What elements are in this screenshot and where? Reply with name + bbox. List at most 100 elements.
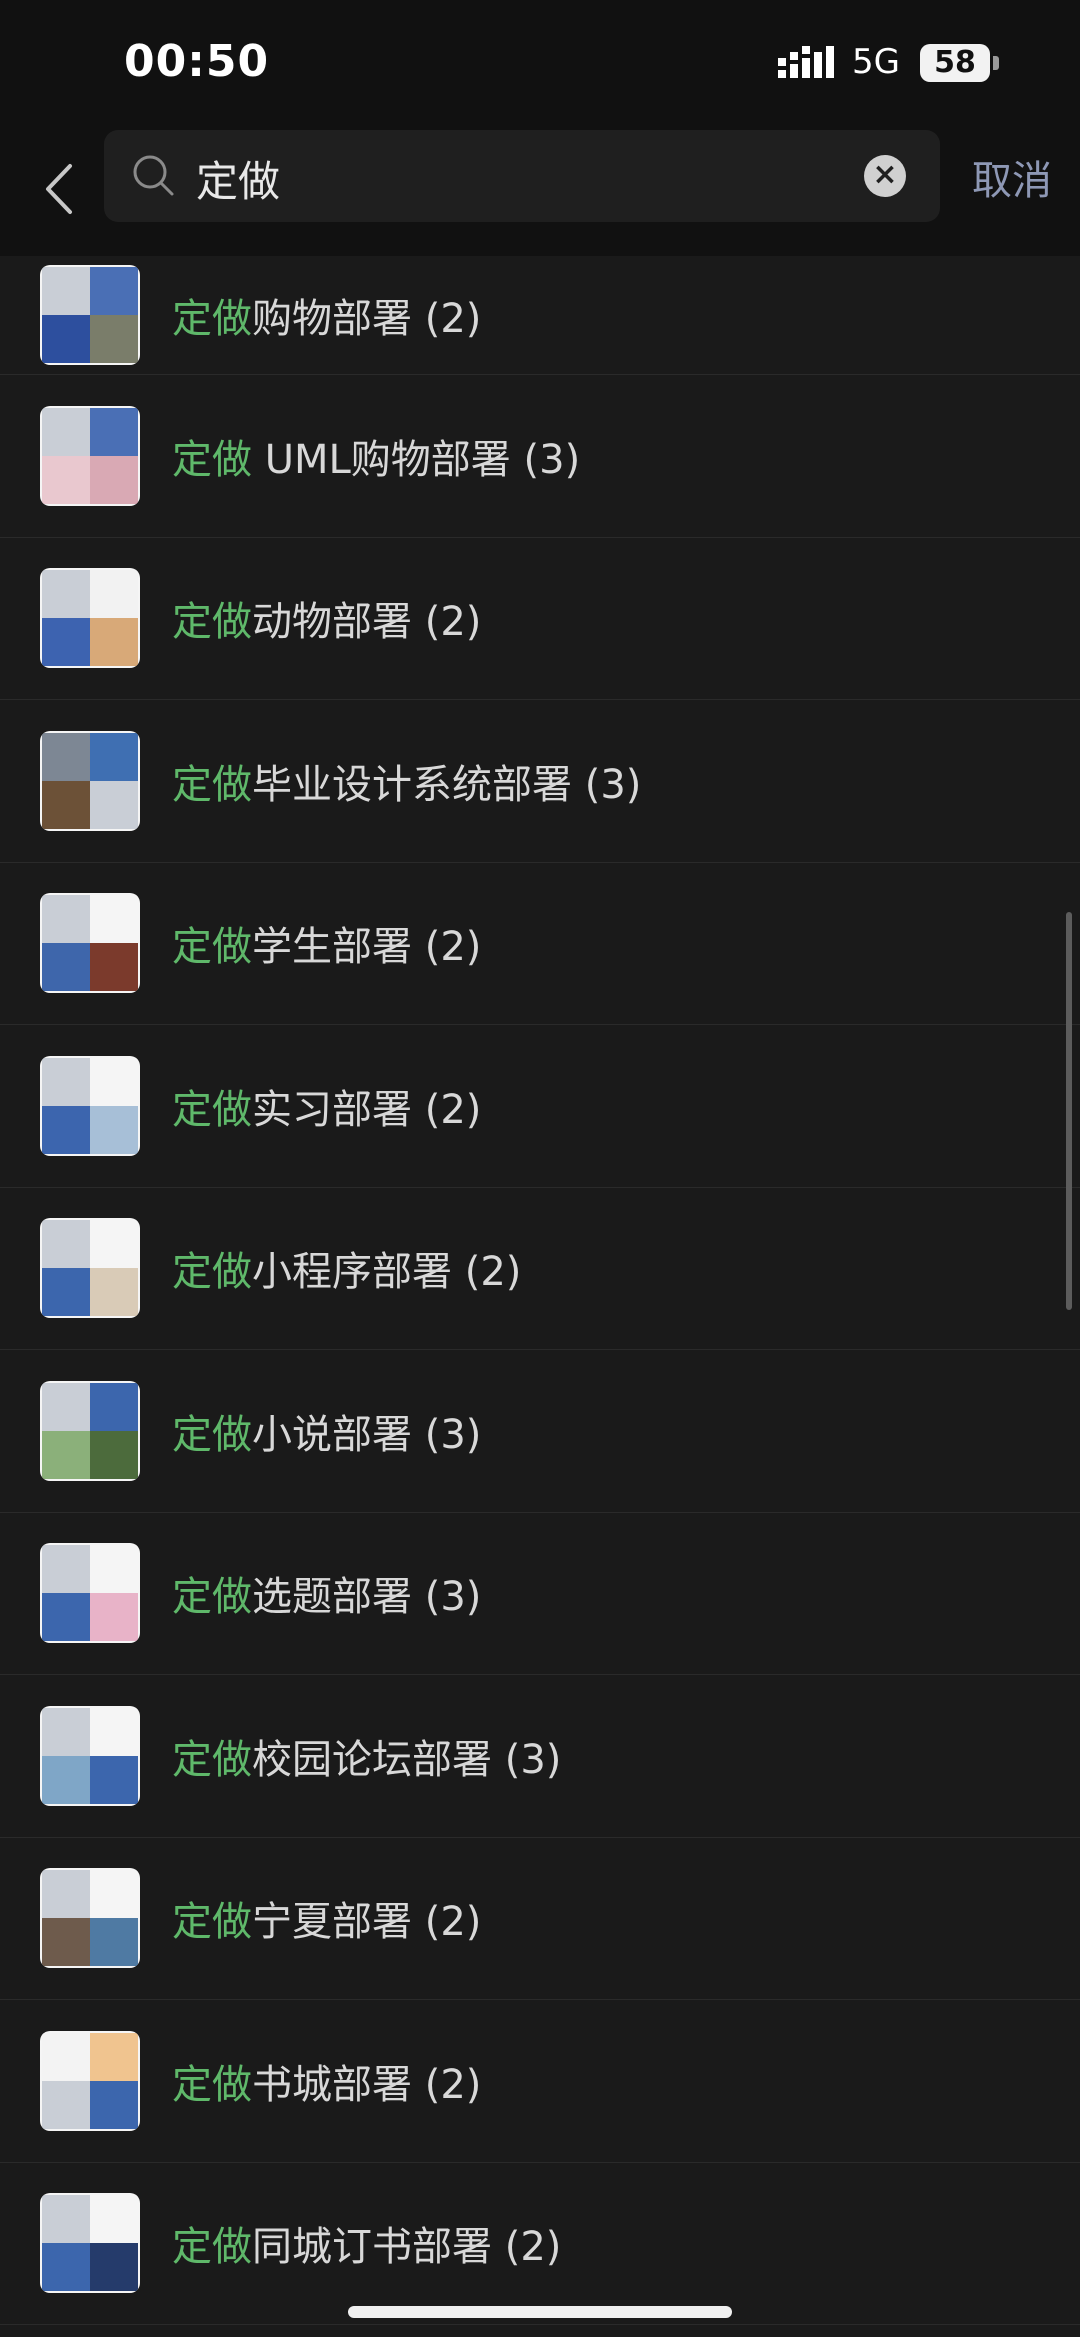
avatar-tile xyxy=(42,570,90,619)
list-item[interactable]: 定做宁夏部署 (2) xyxy=(0,1838,1080,2000)
avatar-tile xyxy=(42,455,90,504)
avatar-tile xyxy=(90,1105,138,1154)
list-item-title: 定做小说部署 (3) xyxy=(172,1402,481,1460)
member-count: (3) xyxy=(504,1736,562,1783)
avatar-tile xyxy=(90,1545,138,1594)
list-item[interactable]: 定做同城订书部署 (2) xyxy=(0,2163,1080,2325)
avatar-tile xyxy=(42,267,90,315)
highlighted-keyword: 定做 xyxy=(172,1899,252,1946)
avatar-tile xyxy=(42,618,90,667)
list-item[interactable]: 定做实习部署 (2) xyxy=(0,1025,1080,1188)
list-item[interactable]: 定做书城部署 (2) xyxy=(0,2000,1080,2163)
list-item[interactable]: 定做 UML购物部署 (3) xyxy=(0,375,1080,538)
member-count: (2) xyxy=(424,924,482,971)
group-avatar xyxy=(40,1218,140,1319)
avatar-tile xyxy=(42,2243,90,2292)
member-count: (3) xyxy=(424,1574,482,1621)
avatar-tile xyxy=(90,2032,138,2081)
highlighted-keyword: 定做 xyxy=(172,1086,252,1133)
avatar-tile xyxy=(42,315,90,363)
search-input[interactable]: 定做 × xyxy=(104,130,940,222)
list-item-title: 定做动物部署 (2) xyxy=(172,589,481,647)
list-item-title: 定做小程序部署 (2) xyxy=(172,1239,521,1297)
highlighted-keyword: 定做 xyxy=(172,2061,252,2108)
list-item-title: 定做书城部署 (2) xyxy=(172,2052,481,2110)
member-count: (2) xyxy=(424,1086,482,1133)
list-item-title: 定做 UML购物部署 (3) xyxy=(172,427,580,485)
avatar-tile xyxy=(42,2195,90,2244)
group-name: 动物部署 xyxy=(252,599,412,646)
list-item[interactable]: 定做小说部署 (3) xyxy=(0,1350,1080,1513)
avatar-tile xyxy=(42,895,90,944)
search-query[interactable]: 定做 xyxy=(196,148,280,209)
list-item[interactable]: 定做小程序部署 (2) xyxy=(0,1188,1080,1350)
list-item-title: 定做选题部署 (3) xyxy=(172,1564,481,1622)
avatar-tile xyxy=(90,1382,138,1431)
signal-icon xyxy=(778,46,834,78)
search-bar: 定做 × 取消 xyxy=(0,128,1080,256)
battery-tip xyxy=(993,56,999,70)
highlighted-keyword: 定做 xyxy=(172,1249,252,1296)
member-count: (2) xyxy=(424,1899,482,1946)
avatar-tile xyxy=(90,732,138,781)
avatar-tile xyxy=(90,780,138,829)
list-item[interactable]: 定做毕业设计系统部署 (3) xyxy=(0,700,1080,863)
avatar-tile xyxy=(90,1870,138,1919)
home-indicator[interactable] xyxy=(348,2306,732,2318)
member-count: (2) xyxy=(424,2061,482,2108)
highlighted-keyword: 定做 xyxy=(172,924,252,971)
list-item-title: 定做宁夏部署 (2) xyxy=(172,1889,481,1947)
list-item[interactable]: 定做学生部署 (2) xyxy=(0,863,1080,1025)
avatar-tile xyxy=(42,1707,90,1756)
avatar-tile xyxy=(42,1430,90,1479)
avatar-tile xyxy=(90,1057,138,1106)
avatar-tile xyxy=(90,455,138,504)
group-avatar xyxy=(40,405,140,506)
highlighted-keyword: 定做 xyxy=(172,761,252,808)
highlighted-keyword: 定做 xyxy=(172,296,252,342)
group-avatar xyxy=(40,2030,140,2131)
highlighted-keyword: 定做 xyxy=(172,599,252,646)
list-item[interactable]: 定做动物部署 (2) xyxy=(0,538,1080,700)
back-arrow-icon[interactable] xyxy=(34,152,84,226)
cancel-button[interactable]: 取消 xyxy=(972,148,1052,206)
list-item[interactable]: 定做购物部署 (2) xyxy=(0,256,1080,375)
network-label: 5G xyxy=(852,42,900,82)
battery-icon: 58 xyxy=(920,44,990,82)
list-item[interactable]: 定做选题部署 (3) xyxy=(0,1513,1080,1675)
group-name: 书城部署 xyxy=(252,2061,412,2108)
group-avatar xyxy=(40,1868,140,1969)
member-count: (3) xyxy=(584,761,642,808)
avatar-tile xyxy=(42,1545,90,1594)
member-count: (3) xyxy=(424,1411,482,1458)
group-name: 宁夏部署 xyxy=(252,1899,412,1946)
list-item-title: 定做学生部署 (2) xyxy=(172,914,481,972)
highlighted-keyword: 定做 xyxy=(172,1736,252,1783)
member-count: (2) xyxy=(464,1249,522,1296)
group-avatar xyxy=(40,730,140,831)
group-name: 学生部署 xyxy=(252,924,412,971)
avatar-tile xyxy=(90,1918,138,1967)
scrollbar[interactable] xyxy=(1066,912,1072,1310)
avatar-tile xyxy=(42,1593,90,1642)
group-name: UML购物部署 xyxy=(252,436,511,483)
avatar-tile xyxy=(90,895,138,944)
avatar-tile xyxy=(42,1057,90,1106)
list-item[interactable]: 定做校园论坛部署 (3) xyxy=(0,1675,1080,1838)
avatar-tile xyxy=(42,1220,90,1269)
avatar-tile xyxy=(42,943,90,992)
avatar-tile xyxy=(42,1268,90,1317)
avatar-tile xyxy=(90,618,138,667)
group-name: 购物部署 xyxy=(252,296,412,342)
avatar-tile xyxy=(90,1430,138,1479)
member-count: (2) xyxy=(424,599,482,646)
group-name: 选题部署 xyxy=(252,1574,412,1621)
group-avatar xyxy=(40,568,140,669)
avatar-tile xyxy=(42,1755,90,1804)
clear-icon[interactable]: × xyxy=(864,155,906,197)
list-item-title: 定做实习部署 (2) xyxy=(172,1077,481,1135)
group-avatar xyxy=(40,893,140,994)
highlighted-keyword: 定做 xyxy=(172,2224,252,2271)
avatar-tile xyxy=(42,1918,90,1967)
list-item-title: 定做校园论坛部署 (3) xyxy=(172,1727,561,1785)
